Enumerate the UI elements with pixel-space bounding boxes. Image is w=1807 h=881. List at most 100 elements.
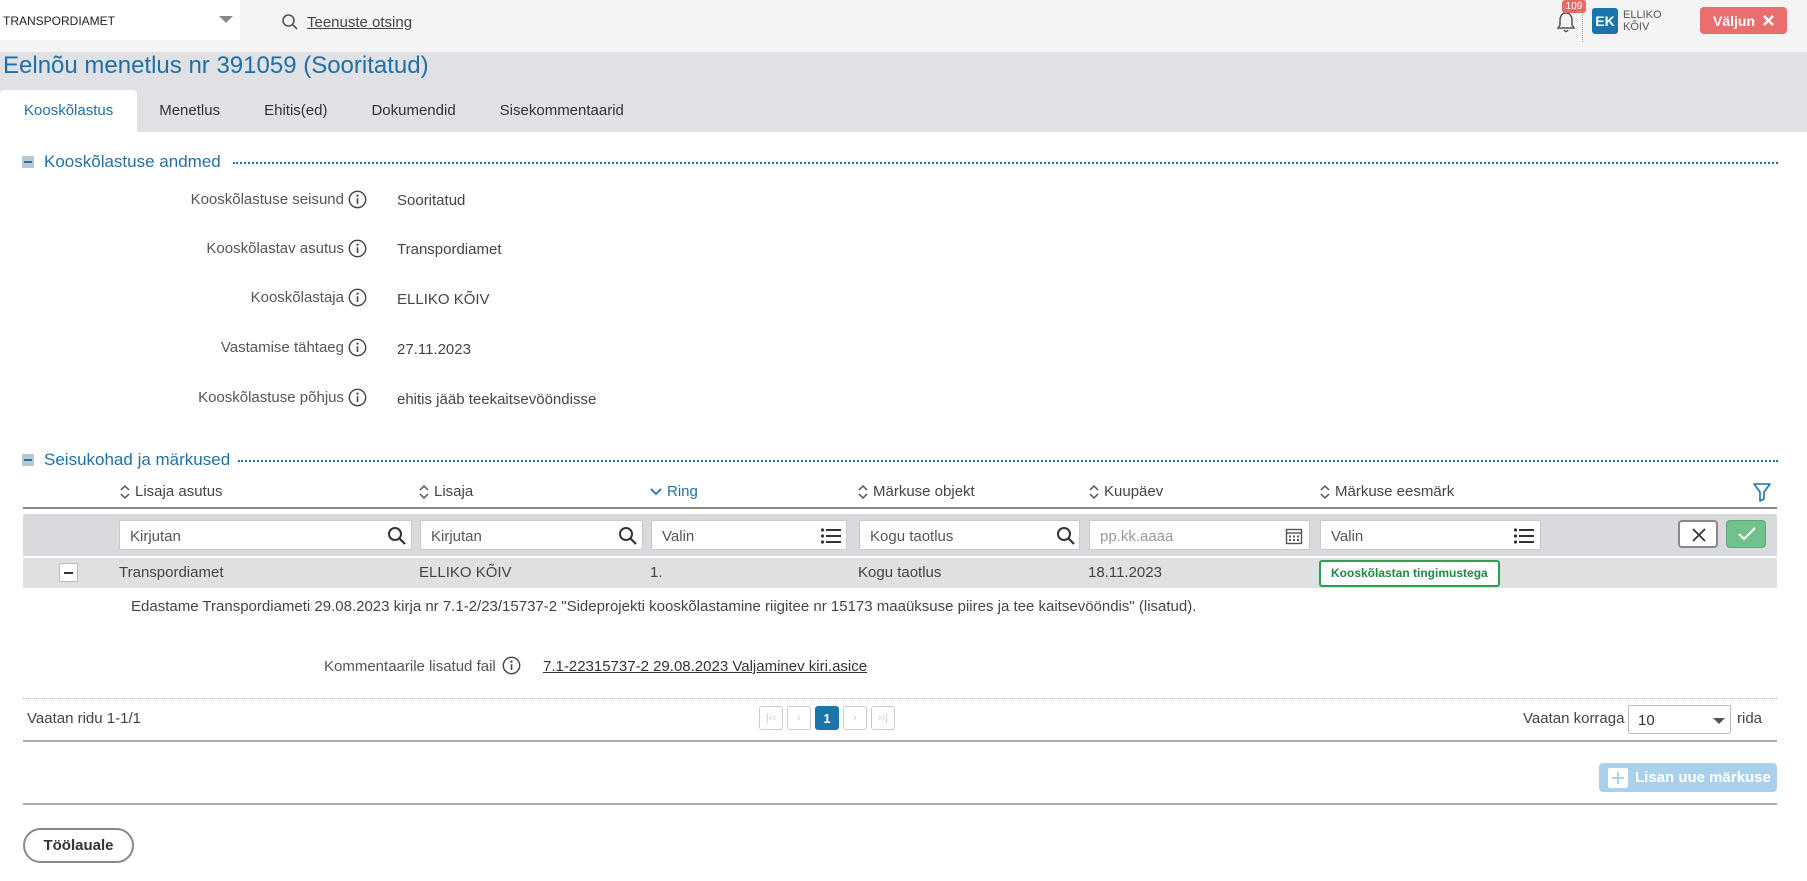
filter-placeholder: Valin: [662, 528, 695, 545]
page-title: Eelnõu menetlus nr 391059 (Sooritatud): [3, 52, 429, 79]
field-label: Kooskõlastav asutus: [206, 240, 344, 257]
column-header-label: Märkuse eesmärk: [1335, 483, 1455, 500]
collapse-icon[interactable]: [22, 454, 34, 466]
field-value: Sooritatud: [397, 192, 466, 209]
user-name[interactable]: ELLIKO KÕIV: [1623, 9, 1683, 33]
avatar[interactable]: EK: [1592, 8, 1618, 34]
cell-date: 18.11.2023: [1088, 564, 1162, 581]
filter-round-select[interactable]: Valin: [651, 520, 847, 550]
sort-icon: [858, 484, 868, 499]
info-icon[interactable]: [502, 656, 521, 675]
chevron-down-icon: [650, 487, 662, 495]
field-label: Kooskõlastuse seisund: [190, 191, 344, 208]
clear-filters-button[interactable]: [1678, 520, 1718, 548]
column-header-purpose[interactable]: Märkuse eesmärk: [1320, 483, 1454, 500]
cell-object: Kogu taotlus: [858, 564, 942, 581]
first-page-button[interactable]: |‹‹: [759, 706, 783, 730]
search-icon: [388, 527, 406, 545]
filter-placeholder: pp.kk.aaaa: [1100, 528, 1174, 545]
remarks-section-header[interactable]: Seisukohad ja märkused: [22, 449, 230, 471]
column-header-institution[interactable]: Lisaja asutus: [120, 483, 223, 500]
prev-page-button[interactable]: ‹: [787, 706, 811, 730]
search-icon: [1057, 527, 1075, 545]
logout-label: Väljun: [1712, 12, 1755, 29]
last-page-button[interactable]: ››|: [871, 706, 895, 730]
cell-author: ELLIKO KÕIV: [419, 564, 512, 581]
back-to-dashboard-button[interactable]: Töölauale: [23, 828, 134, 863]
column-header-author[interactable]: Lisaja: [419, 483, 473, 500]
add-remark-button[interactable]: Lisan uue märkuse: [1599, 763, 1777, 792]
section-divider: [233, 162, 1778, 164]
tab-kooskolastus[interactable]: Kooskõlastus: [0, 90, 138, 132]
info-icon[interactable]: [348, 190, 367, 209]
organization-select-value: TRANSPORDIAMET: [3, 14, 116, 28]
column-header-label: Lisaja asutus: [135, 483, 223, 500]
divider: [23, 803, 1777, 805]
info-icon[interactable]: [348, 388, 367, 407]
column-header-label: Ring: [667, 483, 698, 500]
apply-filters-button[interactable]: [1726, 520, 1766, 548]
list-icon: [820, 528, 841, 544]
status-badge: Kooskõlastan tingimustega: [1319, 560, 1500, 587]
column-header-object[interactable]: Märkuse objekt: [858, 483, 975, 500]
service-search-link[interactable]: Teenuste otsing: [281, 11, 412, 33]
field-value: ELLIKO KÕIV: [397, 291, 490, 308]
filter-icon[interactable]: [1753, 482, 1771, 502]
page-button[interactable]: 1: [815, 706, 839, 730]
calendar-icon: [1285, 528, 1303, 545]
field-label: Vastamise tähtaeg: [220, 339, 344, 356]
filter-author-input[interactable]: Kirjutan: [420, 520, 643, 550]
page-size-select[interactable]: 10: [1628, 705, 1731, 734]
search-icon: [282, 14, 298, 30]
filter-value: Kogu taotlus: [870, 528, 954, 545]
chevron-down-icon: [219, 16, 233, 23]
filter-purpose-select[interactable]: Valin: [1320, 520, 1541, 550]
rows-info: Vaatan ridu 1-1/1: [27, 710, 141, 727]
organization-select[interactable]: TRANSPORDIAMET: [0, 0, 240, 40]
filter-object-input[interactable]: Kogu taotlus: [859, 520, 1080, 550]
sort-icon: [419, 484, 429, 499]
info-icon[interactable]: [348, 338, 367, 357]
column-header-label: Kuupäev: [1104, 483, 1164, 500]
filter-placeholder: Valin: [1331, 528, 1364, 545]
details-section-header[interactable]: Kooskõlastuse andmed: [22, 151, 221, 173]
column-header-round[interactable]: Ring: [650, 483, 698, 500]
close-icon: [1692, 528, 1706, 542]
list-icon: [1513, 528, 1534, 544]
column-header-label: Märkuse objekt: [873, 483, 975, 500]
check-icon: [1738, 527, 1756, 541]
service-search-label: Teenuste otsing: [307, 13, 413, 31]
collapse-row-icon[interactable]: [59, 563, 78, 582]
divider: [1582, 12, 1583, 42]
close-icon: [1763, 15, 1774, 26]
details-section-title: Kooskõlastuse andmed: [44, 152, 221, 171]
user-first-name: ELLIKO: [1623, 9, 1662, 21]
next-page-button[interactable]: ›: [843, 706, 867, 730]
info-icon[interactable]: [348, 288, 367, 307]
tab-sisekommentaarid[interactable]: Sisekommentaarid: [478, 90, 646, 132]
filter-placeholder: Kirjutan: [431, 528, 482, 545]
field-value: Transpordiamet: [397, 241, 502, 258]
logout-button[interactable]: Väljun: [1700, 7, 1787, 34]
attachment-label: Kommentaarile lisatud fail: [324, 658, 496, 675]
table-header-divider: [23, 507, 1777, 509]
page-size-value: 10: [1638, 712, 1655, 729]
collapse-icon[interactable]: [22, 156, 34, 168]
field-label: Kooskõlastaja: [250, 289, 344, 306]
sort-icon: [1320, 484, 1330, 499]
tab-menetlus[interactable]: Menetlus: [137, 90, 242, 132]
search-icon: [619, 527, 637, 545]
tab-dokumendid[interactable]: Dokumendid: [349, 90, 477, 132]
filter-date-input[interactable]: pp.kk.aaaa: [1089, 520, 1310, 550]
field-label: Kooskõlastuse põhjus: [198, 389, 344, 406]
divider: [23, 740, 1777, 742]
tab-ehitised[interactable]: Ehitis(ed): [242, 90, 349, 132]
cell-institution: Transpordiamet: [119, 564, 224, 581]
bell-icon[interactable]: [1556, 10, 1576, 34]
user-last-name: KÕIV: [1623, 21, 1650, 33]
column-header-date[interactable]: Kuupäev: [1089, 483, 1163, 500]
cell-round: 1.: [650, 564, 663, 581]
attachment-link[interactable]: 7.1-22315737-2 29.08.2023 Valjaminev kir…: [543, 658, 867, 675]
info-icon[interactable]: [348, 239, 367, 258]
filter-institution-input[interactable]: Kirjutan: [119, 520, 412, 550]
